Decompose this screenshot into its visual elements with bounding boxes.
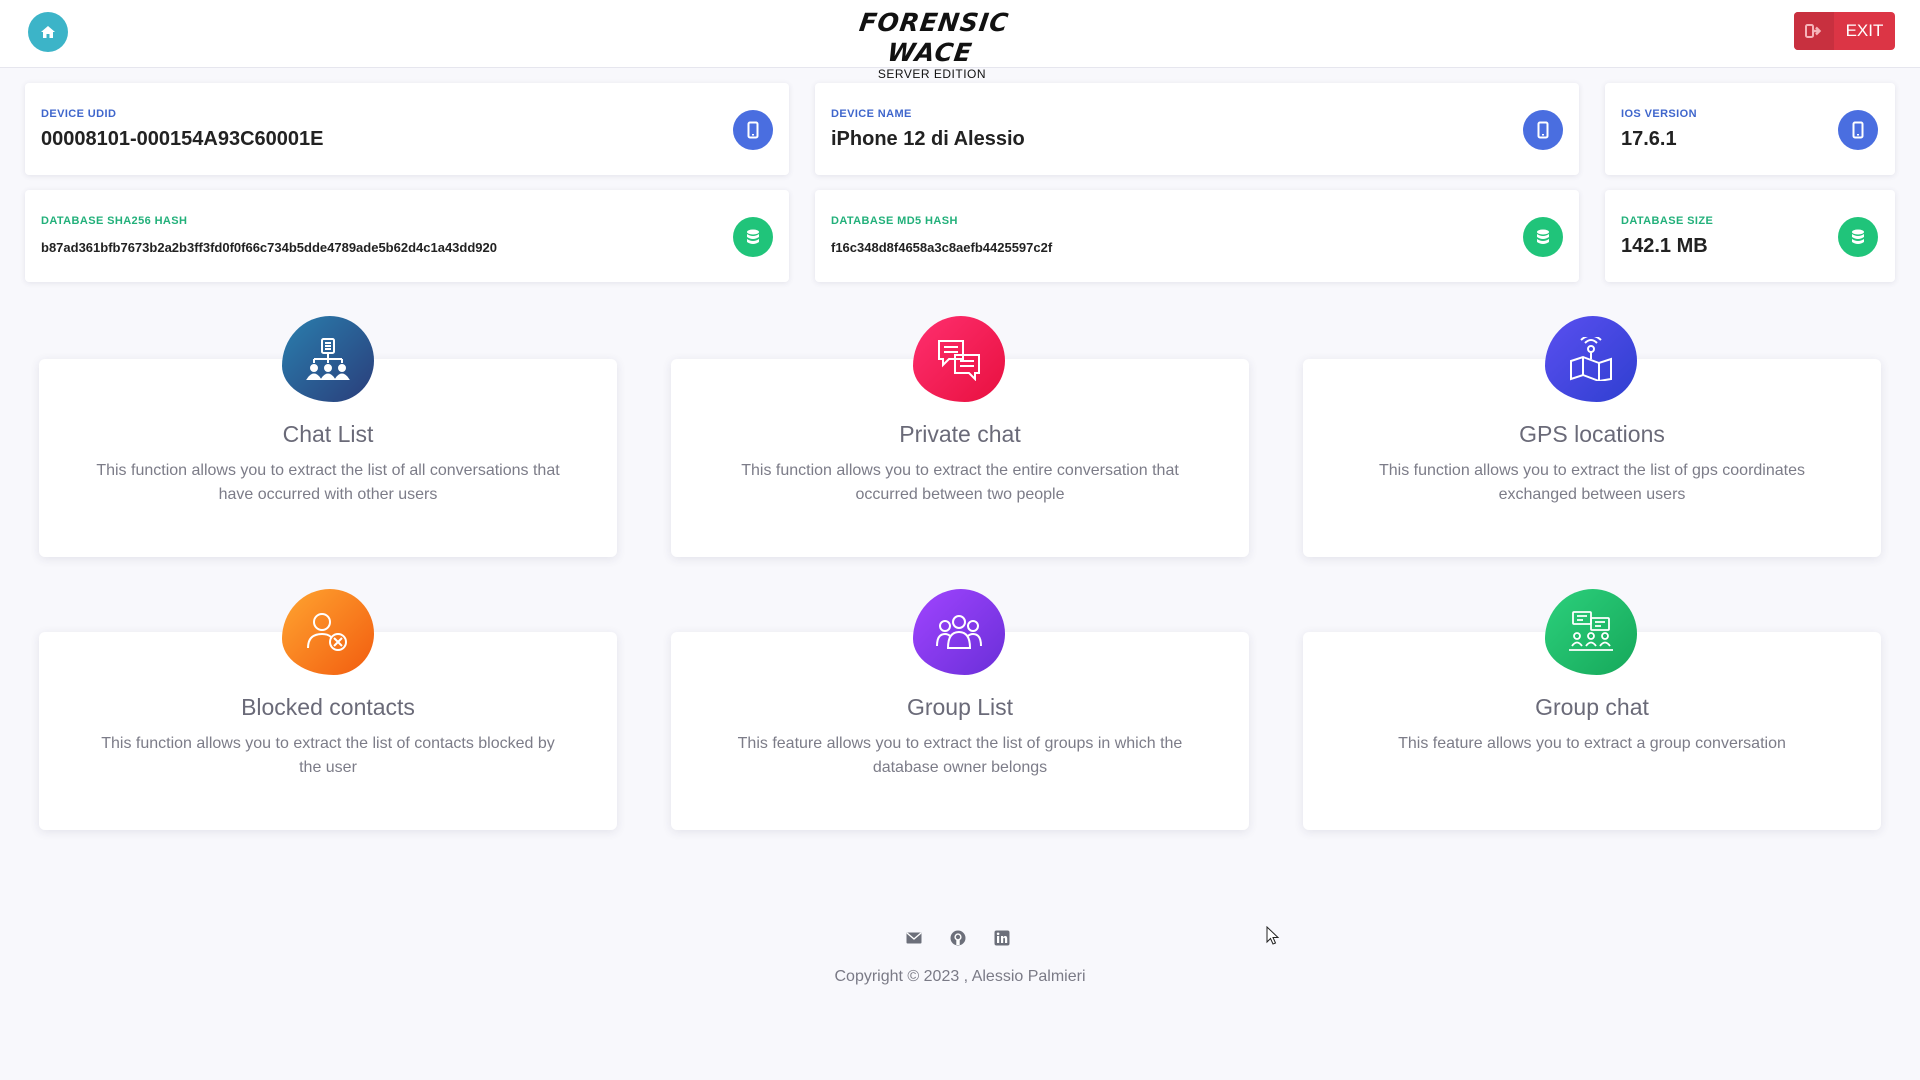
- info-label: DATABASE SHA256 HASH: [41, 215, 188, 227]
- mobile-icon: [1838, 110, 1878, 150]
- sha256-hash-card: DATABASE SHA256 HASH b87ad361bfb7673b2a2…: [25, 190, 789, 282]
- feature-description: This function allows you to extract the …: [1379, 462, 1805, 503]
- feature-title: Chat List: [282, 421, 374, 447]
- database-icon: [1838, 217, 1878, 257]
- sha256-hash-value: b87ad361bfb7673b2a2b3ff3fd0f0f66c734b5dd…: [41, 240, 497, 255]
- ios-version-card: IOS VERSION 17.6.1: [1605, 83, 1895, 175]
- database-size-value: 142.1 MB: [1621, 235, 1708, 257]
- exit-button[interactable]: EXIT: [1794, 12, 1895, 50]
- info-label: DATABASE SIZE: [1621, 215, 1714, 227]
- exit-label: EXIT: [1845, 21, 1884, 40]
- device-udid-card: DEVICE UDID 00008101-000154A93C60001E: [25, 83, 789, 175]
- feature-title: Private chat: [899, 421, 1021, 447]
- feature-title: Group chat: [1535, 694, 1649, 720]
- home-icon: [41, 26, 55, 38]
- ios-version-value: 17.6.1: [1621, 128, 1677, 150]
- database-size-card: DATABASE SIZE 142.1 MB: [1605, 190, 1895, 282]
- mobile-icon: [733, 110, 773, 150]
- group-chat-icon[interactable]: [1545, 589, 1637, 675]
- home-button[interactable]: [28, 12, 68, 52]
- device-udid-value: 00008101-000154A93C60001E: [41, 128, 324, 150]
- feature-description: This function allows you to extract the …: [101, 735, 555, 776]
- info-label: DEVICE NAME: [831, 108, 912, 120]
- md5-hash-card: DATABASE MD5 HASH f16c348d8f4658a3c8aefb…: [815, 190, 1579, 282]
- feature-description: This function allows you to extract the …: [741, 462, 1179, 503]
- group-icon[interactable]: [913, 589, 1005, 675]
- database-icon: [1523, 217, 1563, 257]
- logo-title: FORENSIC WACE: [857, 8, 1011, 67]
- top-navbar: FORENSIC WACE SERVER EDITION EXIT: [0, 0, 1920, 80]
- gps-map-icon[interactable]: [1545, 316, 1637, 402]
- mobile-icon: [1523, 110, 1563, 150]
- info-label: DEVICE UDID: [41, 108, 117, 120]
- feature-description: This feature allows you to extract a gro…: [1398, 735, 1786, 752]
- info-label: IOS VERSION: [1621, 108, 1697, 120]
- mouse-cursor-icon: [1266, 925, 1280, 951]
- private-chat-icon[interactable]: [913, 316, 1005, 402]
- copyright-text: Copyright © 2023 , Alessio Palmieri: [834, 968, 1086, 985]
- device-name-card: DEVICE NAME iPhone 12 di Alessio: [815, 83, 1579, 175]
- database-icon: [733, 217, 773, 257]
- blocked-user-icon[interactable]: [282, 589, 374, 675]
- md5-hash-value: f16c348d8f4658a3c8aefb4425597c2f: [831, 240, 1053, 255]
- chat-list-icon[interactable]: [282, 316, 374, 402]
- feature-description: This function allows you to extract the …: [96, 462, 560, 503]
- logo-subtitle: SERVER EDITION: [877, 67, 987, 81]
- app-logo: FORENSIC WACE SERVER EDITION: [818, 8, 1046, 80]
- feature-title: Blocked contacts: [241, 694, 415, 720]
- linkedin-icon[interactable]: [992, 928, 1012, 948]
- feature-description: This feature allows you to extract the l…: [737, 735, 1183, 776]
- info-label: DATABASE MD5 HASH: [831, 215, 958, 227]
- device-name-value: iPhone 12 di Alessio: [831, 128, 1025, 150]
- feature-title: GPS locations: [1519, 421, 1665, 447]
- footer-social-links: [904, 928, 1012, 948]
- github-icon[interactable]: [948, 928, 968, 948]
- feature-title: Group List: [906, 694, 1014, 720]
- sign-out-icon: [1794, 12, 1834, 50]
- email-icon[interactable]: [904, 928, 924, 948]
